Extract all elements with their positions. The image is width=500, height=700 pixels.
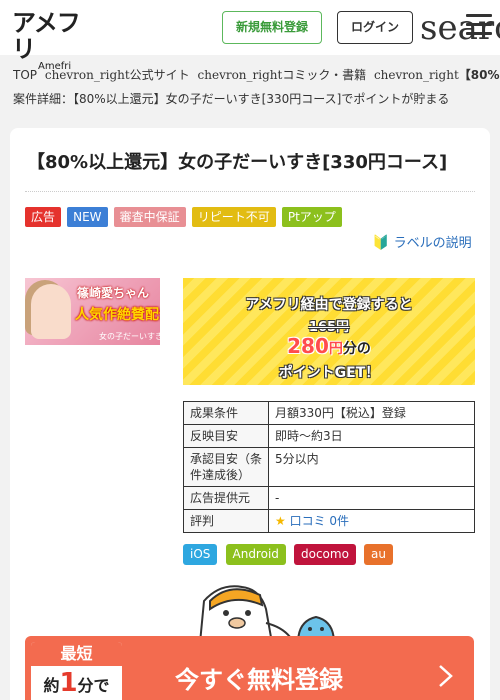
tag-review-guarantee: 審査中保証: [113, 207, 186, 227]
info-value: -: [268, 486, 475, 510]
label-help-link[interactable]: 🔰 ラベルの説明: [372, 232, 472, 251]
device-au: au: [364, 544, 393, 565]
review-link[interactable]: 口コミ 0件: [290, 514, 349, 528]
thumb-line3: 女の子だーいすき: [99, 332, 160, 341]
offer-card: 【80%以上還元】女の子だーいすき[330円コース] 広告 NEW 審査中保証 …: [10, 128, 490, 700]
label-help-text: ラベルの説明: [393, 236, 472, 251]
banner-line4: ポイントGET！: [278, 365, 380, 381]
point-banner: アメフリ経由で登録すると 165円 280円分の ポイントGET！: [183, 278, 475, 385]
info-value: 月額330円【税込】登録: [268, 401, 475, 425]
banner-suffix: 分の: [342, 341, 371, 357]
info-value: ★ 口コミ 0件: [268, 509, 475, 533]
info-key: 評判: [183, 509, 269, 533]
register-now-button[interactable]: 最短 約1分で 今すぐ無料登録: [25, 636, 474, 700]
model-photo: [31, 284, 71, 339]
mascot-illustration: [198, 585, 336, 643]
register-button[interactable]: 新規無料登録: [222, 11, 322, 44]
offer-tags: 広告 NEW 審査中保証 リピート不可 Ptアップ: [25, 206, 343, 227]
breadcrumb-item-top[interactable]: TOP: [13, 68, 37, 82]
hamburger-menu-icon[interactable]: [466, 14, 492, 36]
banner-old-points: 165円: [308, 320, 350, 335]
offer-thumbnail[interactable]: 篠崎愛ちゃん 人気作絶賛配信中!! 女の子だーいすき: [25, 278, 160, 345]
site-header: アメフリ Amefri 新規無料登録 ログイン search: [0, 0, 500, 72]
breadcrumb: TOP chevron_right公式サイト chevron_rightコミック…: [13, 66, 500, 86]
offer-title: 【80%以上還元】女の子だーいすき[330円コース]: [27, 152, 448, 173]
device-tags: iOS Android docomo au: [183, 543, 396, 565]
device-ios: iOS: [183, 544, 218, 565]
cta-badge-post: 分で: [77, 676, 110, 695]
cta-badge: 最短 約1分で: [31, 642, 122, 700]
tag-new: NEW: [67, 207, 108, 227]
amefri-logo[interactable]: アメフリ Amefri: [12, 10, 98, 72]
divider: [25, 191, 475, 192]
table-row: 成果条件 月額330円【税込】登録: [183, 401, 475, 425]
page-subtitle: 案件詳細：【80%以上還元】女の子だーいすき[330円コース]でポイントが貯まる: [13, 92, 450, 106]
table-row: 反映目安 即時～約3日: [183, 424, 475, 448]
cta-badge-num: 1: [59, 668, 78, 698]
table-row: 評判 ★ 口コミ 0件: [183, 509, 475, 533]
banner-line1: アメフリ経由で登録すると: [245, 297, 413, 313]
device-android: Android: [225, 544, 286, 565]
device-docomo: docomo: [294, 544, 356, 565]
chevron-right-icon: chevron_right: [373, 68, 459, 82]
thumb-line1: 篠崎愛ちゃん: [77, 286, 150, 300]
info-key: 承認目安（条件達成後）: [183, 447, 269, 487]
breadcrumb-item-current: 【80%以上還元】女: [458, 68, 500, 82]
chevron-right-icon: [439, 665, 453, 687]
thumb-line2: 人気作絶賛配信中!!: [75, 307, 160, 323]
cta-label: 今すぐ無料登録: [175, 666, 343, 694]
cta-badge-top: 最短: [31, 642, 122, 666]
login-button[interactable]: ログイン: [337, 11, 413, 44]
info-key: 広告提供元: [183, 486, 269, 510]
table-row: 承認目安（条件達成後） 5分以内: [183, 447, 475, 487]
offer-info-table: 成果条件 月額330円【税込】登録 反映目安 即時～約3日 承認目安（条件達成後…: [183, 401, 475, 533]
cta-badge-pre: 約: [43, 676, 60, 695]
logo-main-text: アメフリ: [12, 9, 81, 63]
cta-badge-body: 約1分で: [31, 668, 122, 700]
info-value: 即時～約3日: [268, 424, 475, 448]
banner-points: 280: [287, 334, 329, 358]
breadcrumb-item-category[interactable]: コミック・書籍: [282, 68, 366, 82]
table-row: 広告提供元 -: [183, 486, 475, 510]
breadcrumb-item-official[interactable]: 公式サイト: [130, 68, 190, 82]
tag-point-up: Ptアップ: [281, 207, 342, 227]
tag-no-repeat: リピート不可: [191, 207, 276, 227]
beginner-mark-icon: 🔰: [372, 235, 390, 251]
chevron-right-icon: chevron_right: [197, 68, 283, 82]
tag-ad: 広告: [25, 207, 62, 227]
info-key: 成果条件: [183, 401, 269, 425]
info-key: 反映目安: [183, 424, 269, 448]
banner-points-line: 280円分の: [183, 335, 475, 360]
star-icon: ★: [275, 514, 286, 528]
info-value: 5分以内: [268, 447, 475, 487]
banner-unit: 円: [328, 341, 343, 357]
chevron-right-icon: chevron_right: [44, 68, 130, 82]
